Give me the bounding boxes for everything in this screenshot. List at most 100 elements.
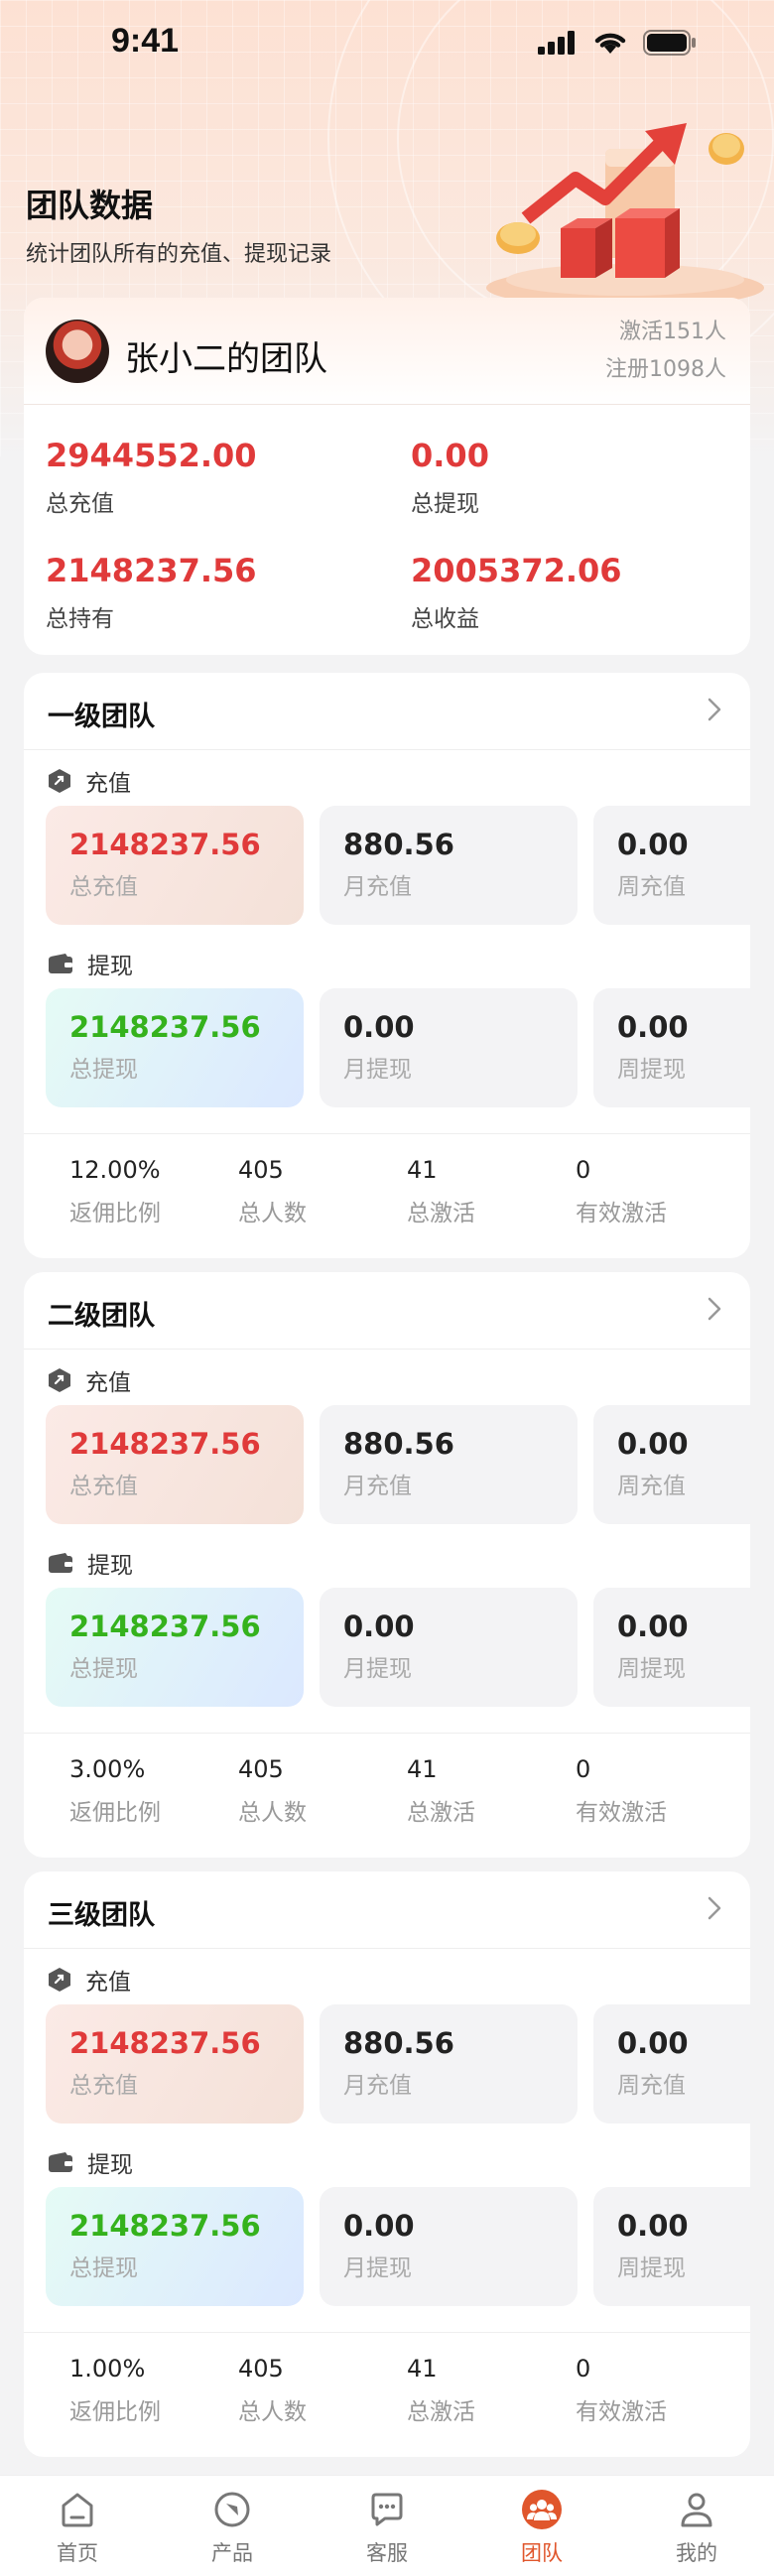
tile-value: 0.00 xyxy=(617,2026,689,2060)
growth-chart-illustration xyxy=(486,123,764,308)
footer-value: 0 xyxy=(576,1156,591,1184)
team-card-title: 二级团队 xyxy=(48,1301,155,1332)
summary-total-holding: 2148237.56 总持有 xyxy=(46,552,403,633)
wallet-icon xyxy=(49,954,72,973)
tile-value: 0.00 xyxy=(617,1427,689,1461)
chat-icon xyxy=(371,2493,403,2526)
footer-total-activated: 41 总激活 xyxy=(407,2355,576,2426)
tile-label: 月充值 xyxy=(343,874,412,900)
chevron-right-icon[interactable] xyxy=(705,1294,724,1324)
chevron-right-icon[interactable] xyxy=(705,695,724,724)
tab-support[interactable]: 客服 xyxy=(310,2486,464,2567)
home-icon xyxy=(62,2493,93,2527)
footer-value: 405 xyxy=(238,1156,284,1184)
summary-label: 总提现 xyxy=(411,491,479,517)
tile-value: 880.56 xyxy=(343,1427,454,1461)
wallet-icon xyxy=(49,2152,72,2172)
footer-label: 总激活 xyxy=(407,1800,475,1826)
compass-icon xyxy=(214,2492,250,2527)
footer-total-activated: 41 总激活 xyxy=(407,1755,576,1827)
footer-valid-activated: 0 有效激活 xyxy=(576,1156,744,1227)
footer-value: 1.00% xyxy=(69,2355,146,2383)
team-card-footer: 3.00% 返佣比例 405 总人数 41 总激活 0 有效激活 xyxy=(24,1733,750,1858)
activated-count: 激活151人 xyxy=(619,320,726,344)
footer-commission-rate: 1.00% 返佣比例 xyxy=(69,2355,238,2426)
tile-label: 月提现 xyxy=(343,1057,412,1083)
tile-total-withdraw: 2148237.56 总提现 xyxy=(46,988,304,1107)
summary-total-withdraw: 0.00 总提现 xyxy=(411,437,750,518)
footer-label: 有效激活 xyxy=(576,2399,667,2425)
withdraw-section-label: 提现 xyxy=(48,947,133,980)
team-card-title: 一级团队 xyxy=(48,702,155,732)
footer-commission-rate: 3.00% 返佣比例 xyxy=(69,1755,238,1827)
team-level-card: 一级团队 充值 2148237.56 总充值 880.56 月充值 0.00 周… xyxy=(24,673,750,1258)
withdraw-tiles: 2148237.56 总提现 0.00 月提现 0.00 周提现 xyxy=(46,2187,750,2310)
chevron-right-icon[interactable] xyxy=(705,1893,724,1923)
tile-value: 880.56 xyxy=(343,828,454,861)
footer-value: 41 xyxy=(407,1156,438,1184)
tab-products[interactable]: 产品 xyxy=(155,2486,310,2567)
tile-value: 0.00 xyxy=(343,2209,415,2243)
section-label-text: 充值 xyxy=(85,1970,131,1996)
footer-value: 405 xyxy=(238,1755,284,1783)
tile-monthly-withdraw: 0.00 月提现 xyxy=(320,988,578,1107)
tab-label: 我的 xyxy=(676,2541,717,2565)
footer-value: 41 xyxy=(407,2355,438,2383)
tile-value: 880.56 xyxy=(343,2026,454,2060)
tile-label: 周充值 xyxy=(617,874,686,900)
tile-total-withdraw: 2148237.56 总提现 xyxy=(46,1588,304,1707)
tile-label: 周提现 xyxy=(617,1656,686,1682)
tile-label: 总充值 xyxy=(69,874,138,900)
tile-value: 0.00 xyxy=(617,1010,689,1044)
footer-commission-rate: 12.00% 返佣比例 xyxy=(69,1156,238,1227)
user-icon xyxy=(681,2493,712,2527)
team-card-footer: 12.00% 返佣比例 405 总人数 41 总激活 0 有效激活 xyxy=(24,1133,750,1258)
tile-label: 月提现 xyxy=(343,1656,412,1682)
footer-value: 3.00% xyxy=(69,1755,146,1783)
tab-label: 客服 xyxy=(366,2541,408,2565)
summary-label: 总充值 xyxy=(46,491,114,517)
tab-label: 团队 xyxy=(521,2541,563,2565)
recharge-section-label: 充值 xyxy=(48,1963,131,1996)
summary-total-recharge: 2944552.00 总充值 xyxy=(46,437,403,518)
tile-value: 0.00 xyxy=(617,828,689,861)
section-label-text: 提现 xyxy=(87,1553,133,1579)
tile-value: 2148237.56 xyxy=(69,828,261,861)
footer-label: 返佣比例 xyxy=(69,2399,161,2425)
summary-label: 总持有 xyxy=(46,606,114,632)
battery-icon xyxy=(643,30,696,56)
tile-weekly-recharge: 0.00 周充值 xyxy=(593,1405,750,1524)
team-card-title: 三级团队 xyxy=(48,1900,155,1931)
status-bar: 9:41 xyxy=(0,0,774,87)
tab-home[interactable]: 首页 xyxy=(0,2486,155,2567)
team-card-header[interactable]: 一级团队 xyxy=(24,673,750,750)
avatar[interactable] xyxy=(46,320,109,383)
team-card-header[interactable]: 三级团队 xyxy=(24,1871,750,1949)
summary-header: 张小二的团队 激活151人 注册1098人 xyxy=(24,298,750,405)
tab-profile[interactable]: 我的 xyxy=(619,2486,774,2567)
footer-label: 返佣比例 xyxy=(69,1800,161,1826)
withdraw-section-label: 提现 xyxy=(48,2145,133,2179)
tile-monthly-withdraw: 0.00 月提现 xyxy=(320,2187,578,2306)
recharge-tiles: 2148237.56 总充值 880.56 月充值 0.00 周充值 xyxy=(46,806,750,929)
footer-value: 405 xyxy=(238,2355,284,2383)
tile-weekly-recharge: 0.00 周充值 xyxy=(593,2004,750,2124)
tab-team[interactable]: 团队 xyxy=(464,2486,619,2567)
tile-monthly-recharge: 880.56 月充值 xyxy=(320,2004,578,2124)
tile-monthly-withdraw: 0.00 月提现 xyxy=(320,1588,578,1707)
tile-label: 总提现 xyxy=(69,2255,138,2281)
tile-weekly-recharge: 0.00 周充值 xyxy=(593,806,750,925)
tile-value: 2148237.56 xyxy=(69,1427,261,1461)
footer-total-activated: 41 总激活 xyxy=(407,1156,576,1227)
tile-label: 周提现 xyxy=(617,2255,686,2281)
tile-weekly-withdraw: 0.00 周提现 xyxy=(593,2187,750,2306)
footer-value: 12.00% xyxy=(69,1156,161,1184)
team-card-header[interactable]: 二级团队 xyxy=(24,1272,750,1350)
tile-monthly-recharge: 880.56 月充值 xyxy=(320,806,578,925)
footer-label: 有效激活 xyxy=(576,1201,667,1226)
status-icons xyxy=(538,30,697,56)
status-time: 9:41 xyxy=(111,22,180,60)
wifi-icon xyxy=(594,33,626,54)
tile-value: 2148237.56 xyxy=(69,2026,261,2060)
tile-monthly-recharge: 880.56 月充值 xyxy=(320,1405,578,1524)
